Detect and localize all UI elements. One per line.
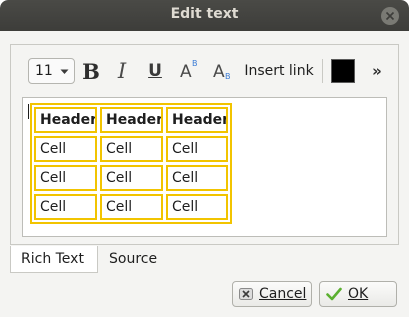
text-color-swatch: [331, 59, 355, 83]
subscript-button[interactable]: A B: [208, 55, 236, 87]
superscript-icon-mark: B: [192, 59, 198, 68]
ok-button[interactable]: OK: [319, 281, 397, 307]
tab-source[interactable]: Source: [99, 246, 179, 273]
tab-rich-text[interactable]: Rich Text: [10, 246, 98, 273]
table-cell[interactable]: Cell: [166, 194, 228, 220]
text-cursor: [28, 104, 29, 119]
more-options-button[interactable]: »: [367, 55, 387, 87]
table-cell[interactable]: Cell: [166, 136, 228, 162]
double-chevron-right-icon: »: [372, 62, 382, 80]
superscript-button[interactable]: A B: [175, 55, 203, 87]
cancel-icon: [239, 288, 253, 300]
rich-text-editor[interactable]: Header Header Header Cell Cell Cell Cell…: [22, 97, 387, 237]
toolbar-separator: [322, 59, 323, 83]
dialog-title: Edit text: [170, 6, 239, 22]
close-icon: [385, 11, 395, 21]
insert-link-button[interactable]: Insert link: [242, 55, 316, 87]
font-size-value: 11: [35, 63, 53, 79]
subscript-icon: A B: [211, 60, 233, 82]
table-cell[interactable]: Cell: [100, 194, 163, 220]
italic-button[interactable]: I: [108, 55, 136, 87]
cancel-button[interactable]: Cancel: [232, 281, 312, 307]
formatting-toolbar: 11 B I U A B A B Insert link »: [15, 55, 395, 87]
close-button[interactable]: [381, 7, 399, 25]
bold-button[interactable]: B: [77, 55, 105, 87]
ok-label: OK: [348, 286, 369, 302]
chevron-down-icon: [60, 69, 69, 74]
insert-link-label: Insert link: [244, 63, 314, 79]
table-cell[interactable]: Cell: [166, 165, 228, 191]
superscript-icon-letter: A: [180, 62, 192, 82]
font-size-select[interactable]: 11: [28, 58, 75, 84]
cancel-label: Cancel: [259, 286, 307, 302]
subscript-icon-letter: A: [213, 62, 225, 82]
table-header-cell[interactable]: Header: [100, 107, 163, 133]
table-cell[interactable]: Cell: [34, 136, 97, 162]
subscript-icon-mark: B: [225, 72, 231, 81]
underline-button[interactable]: U: [141, 55, 169, 87]
superscript-icon: A B: [178, 59, 200, 82]
edit-text-dialog: Edit text 11 B I U A B A B Insert link »…: [0, 0, 409, 317]
bold-icon: B: [82, 58, 100, 84]
table-cell[interactable]: Cell: [100, 136, 163, 162]
table-header-cell[interactable]: Header: [166, 107, 228, 133]
table-cell[interactable]: Cell: [34, 165, 97, 191]
checkmark-icon: [326, 287, 342, 301]
table-cell[interactable]: Cell: [34, 194, 97, 220]
table-header-cell[interactable]: Header: [34, 107, 97, 133]
underline-icon: U: [148, 61, 162, 81]
italic-icon: I: [117, 59, 127, 83]
content-table[interactable]: Header Header Header Cell Cell Cell Cell…: [30, 103, 232, 224]
title-bar: Edit text: [0, 0, 409, 31]
text-color-button[interactable]: [328, 55, 358, 87]
table-cell[interactable]: Cell: [100, 165, 163, 191]
